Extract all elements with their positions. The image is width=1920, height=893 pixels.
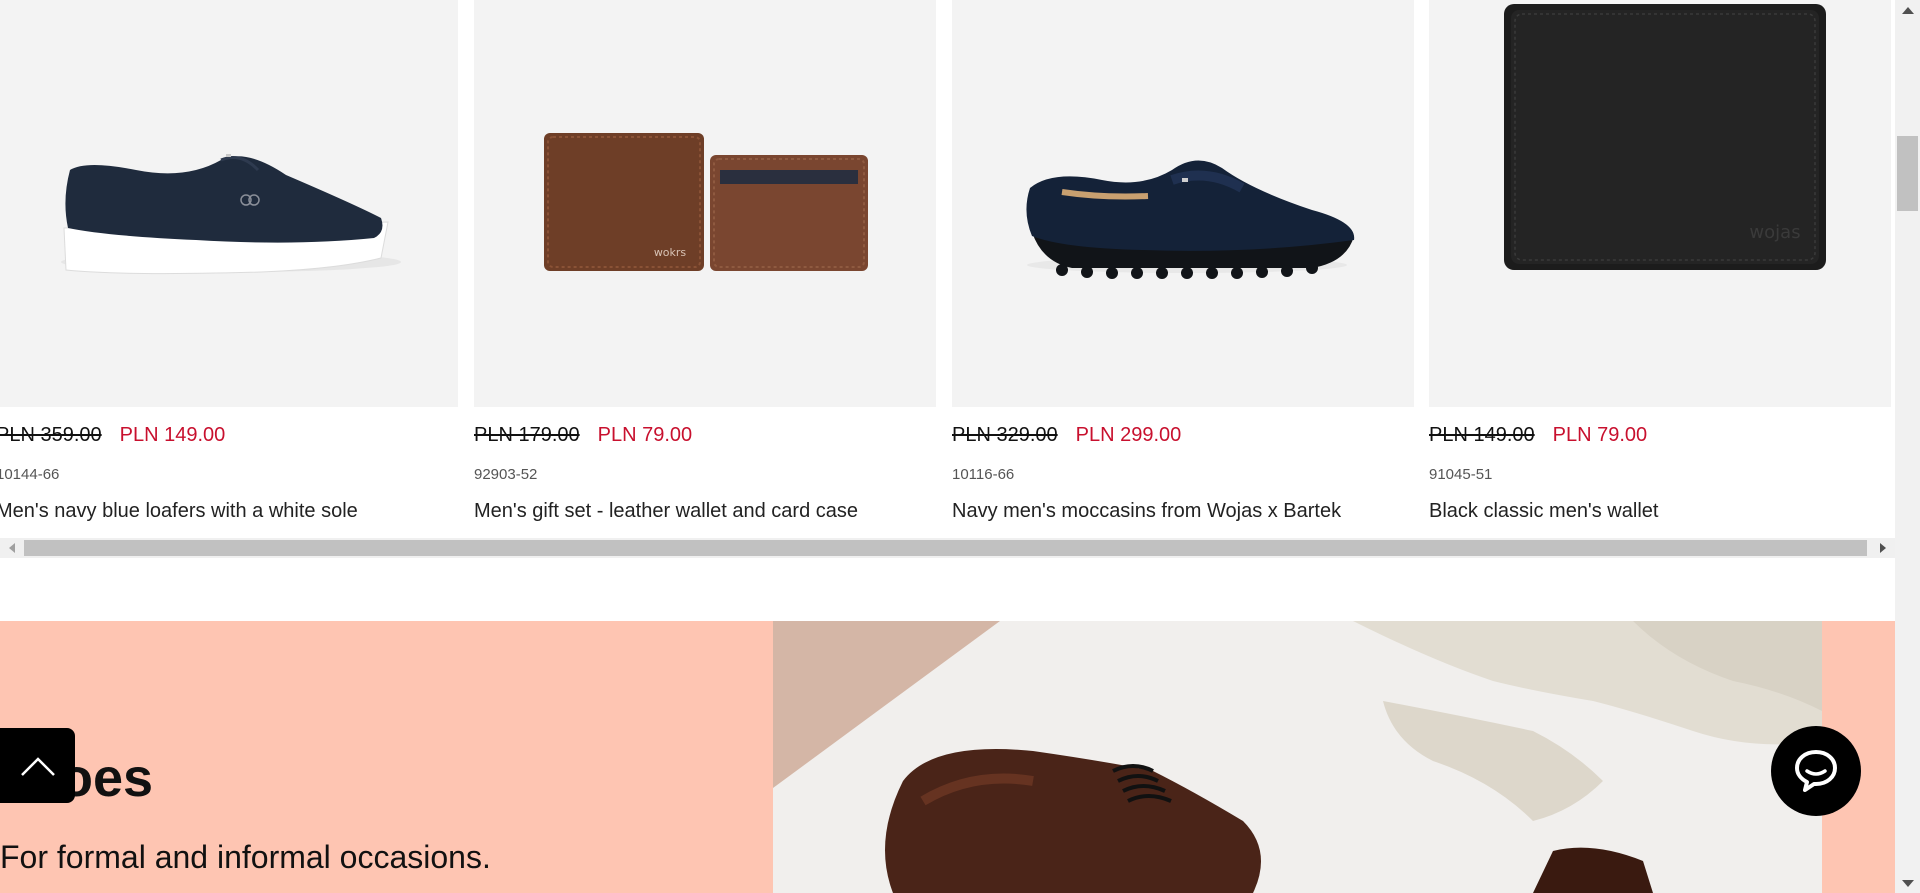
old-price: PLN 179.00 [474,424,580,446]
price-row: PLN 329.00 PLN 299.00 [952,424,1181,447]
product-card[interactable]: PLN 359.00 PLN 149.00 10144-66 Men's navy… [0,0,458,538]
product-card[interactable]: wojas PLN 149.00 PLN 79.00 91045-51 Black… [1429,0,1891,538]
man-in-brown-derby-shoes-image [773,621,1822,893]
category-banner[interactable]: oes For formal and informal occasions. [0,621,1895,893]
product-image[interactable] [0,0,458,407]
product-card[interactable]: PLN 329.00 PLN 299.00 10116-66 Navy men's… [952,0,1414,538]
back-to-top-button[interactable] [0,728,75,803]
sale-price: PLN 79.00 [597,424,693,446]
sale-price: PLN 79.00 [1552,424,1648,446]
price-row: PLN 359.00 PLN 149.00 [0,424,225,447]
navy-loafer-icon [61,154,401,275]
brown-wallet-card-case-icon: wokrs [544,133,868,271]
scroll-down-arrow-icon[interactable] [1895,873,1920,893]
scroll-left-arrow-icon[interactable] [2,538,22,558]
old-price: PLN 329.00 [952,424,1058,446]
product-carousel: PLN 359.00 PLN 149.00 10144-66 Men's navy… [0,0,1895,538]
product-name[interactable]: Black classic men's wallet [1429,500,1658,523]
page-viewport: PLN 359.00 PLN 149.00 10144-66 Men's navy… [0,0,1895,893]
chat-bubble-icon [1795,750,1837,792]
product-code: 92903-52 [474,466,538,483]
scroll-right-arrow-icon[interactable] [1873,538,1893,558]
page-scrollbar[interactable] [1895,0,1920,893]
carousel-scrollbar[interactable] [0,538,1895,558]
old-price: PLN 149.00 [1429,424,1535,446]
product-name[interactable]: Navy men's moccasins from Wojas x Bartek [952,500,1341,523]
product-image[interactable]: wojas [1429,0,1891,407]
brand-logo-text: wokrs [654,246,687,259]
sale-price: PLN 149.00 [119,424,226,446]
price-row: PLN 149.00 PLN 79.00 [1429,424,1647,447]
navy-moccasin-icon [1026,160,1355,279]
carousel-scrollbar-thumb[interactable] [24,540,1867,556]
product-name[interactable]: Men's gift set - leather wallet and card… [474,500,858,523]
product-code: 10116-66 [952,466,1015,483]
live-chat-button[interactable] [1771,726,1861,816]
old-price: PLN 359.00 [0,424,102,446]
price-row: PLN 179.00 PLN 79.00 [474,424,692,447]
black-wallet-icon: wojas [1504,4,1826,270]
chevron-up-icon [20,756,55,776]
product-code: 91045-51 [1429,466,1493,483]
product-name[interactable]: Men's navy blue loafers with a white sol… [0,500,358,523]
banner-image[interactable] [773,621,1822,893]
banner-subtitle: For formal and informal occasions. [0,839,491,875]
product-code: 10144-66 [0,466,60,483]
product-image[interactable]: wokrs [474,0,936,407]
page-scrollbar-thumb[interactable] [1897,136,1918,211]
scroll-up-arrow-icon[interactable] [1895,0,1920,20]
sale-price: PLN 299.00 [1075,424,1182,446]
product-card[interactable]: wokrs PLN 179.00 PLN 79.00 92903-52 Men's… [474,0,936,538]
product-image[interactable] [952,0,1414,407]
brand-logo-text: wojas [1749,222,1800,243]
